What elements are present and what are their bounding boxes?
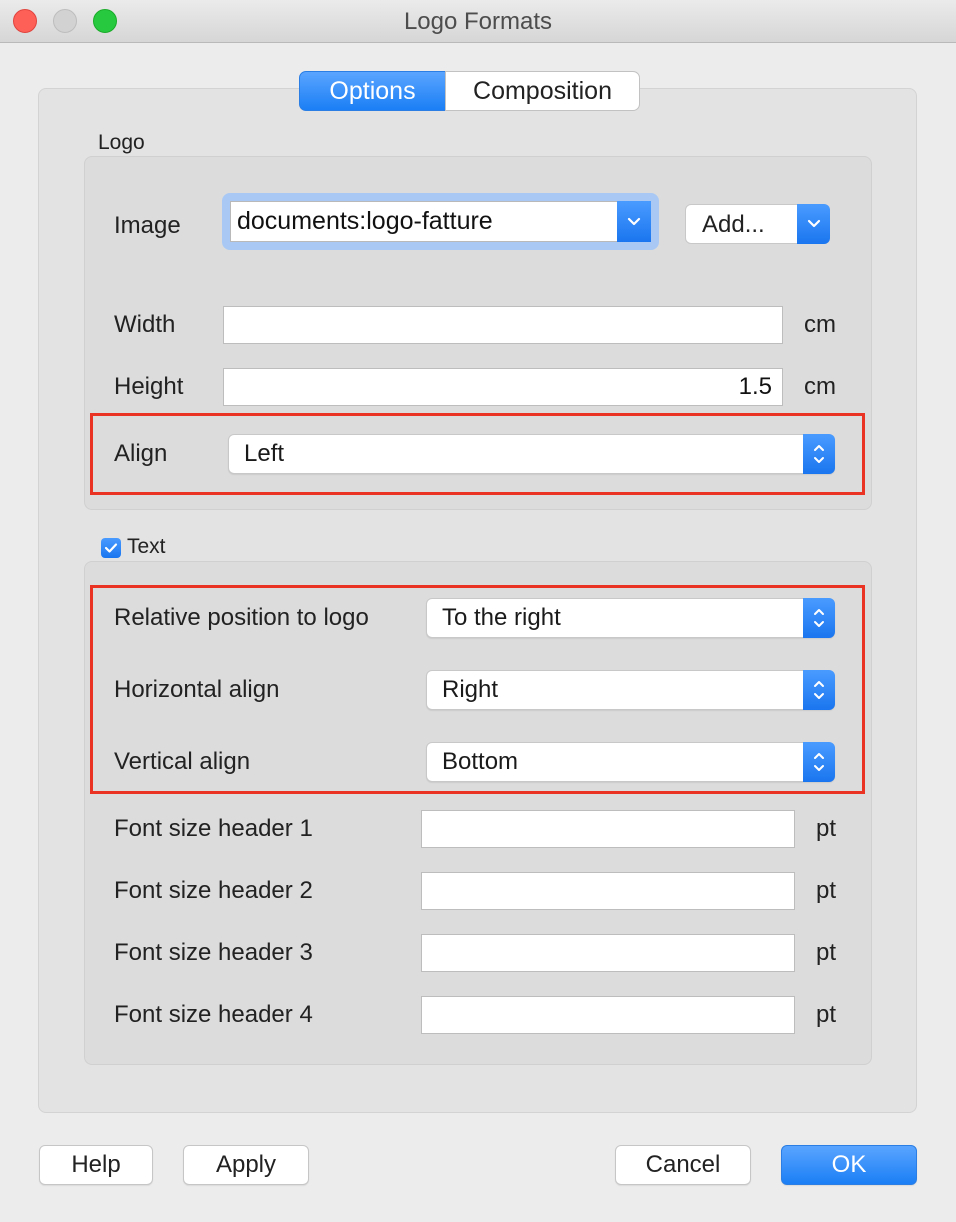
- cancel-button[interactable]: Cancel: [615, 1145, 751, 1185]
- image-label: Image: [114, 212, 181, 239]
- font-size-header-4-field[interactable]: [421, 996, 795, 1034]
- height-unit: cm: [804, 373, 836, 400]
- text-checkbox[interactable]: [101, 538, 121, 558]
- help-button[interactable]: Help: [39, 1145, 153, 1185]
- font-size-header-1-label: Font size header 1: [114, 815, 313, 842]
- height-field[interactable]: 1.5: [223, 368, 783, 406]
- logo-section-label: Logo: [98, 131, 145, 154]
- font-size-header-2-label: Font size header 2: [114, 877, 313, 904]
- height-label: Height: [114, 373, 184, 400]
- chevron-down-icon[interactable]: [617, 201, 651, 242]
- chevron-down-icon[interactable]: [797, 204, 830, 244]
- add-image-button[interactable]: Add...: [685, 204, 830, 244]
- image-combobox-value: documents:logo-fatture: [237, 207, 493, 235]
- font-size-header-3-unit: pt: [816, 939, 837, 966]
- apply-button[interactable]: Apply: [183, 1145, 309, 1185]
- font-size-header-3-field[interactable]: [421, 934, 795, 972]
- width-field[interactable]: [223, 306, 783, 344]
- font-size-header-1-field[interactable]: [421, 810, 795, 848]
- checkmark-icon: [104, 543, 118, 553]
- font-size-header-4-unit: pt: [816, 1001, 837, 1028]
- width-unit: cm: [804, 311, 836, 338]
- font-size-header-4-label: Font size header 4: [114, 1001, 313, 1028]
- tab-composition[interactable]: Composition: [445, 71, 640, 111]
- align-highlight-box: [90, 413, 865, 495]
- font-size-header-1-unit: pt: [816, 815, 837, 842]
- tab-options[interactable]: Options: [299, 71, 446, 111]
- text-align-highlight-box: [90, 585, 865, 794]
- add-image-button-label: Add...: [702, 211, 765, 238]
- title-bar: Logo Formats: [0, 0, 956, 43]
- width-label: Width: [114, 311, 176, 338]
- font-size-header-2-unit: pt: [816, 877, 837, 904]
- font-size-header-2-field[interactable]: [421, 872, 795, 910]
- font-size-header-3-label: Font size header 3: [114, 939, 313, 966]
- window-title: Logo Formats: [403, 8, 553, 35]
- image-combobox[interactable]: documents:logo-fatture: [222, 193, 659, 250]
- text-section-label: Text: [127, 535, 166, 558]
- ok-button[interactable]: OK: [781, 1145, 917, 1185]
